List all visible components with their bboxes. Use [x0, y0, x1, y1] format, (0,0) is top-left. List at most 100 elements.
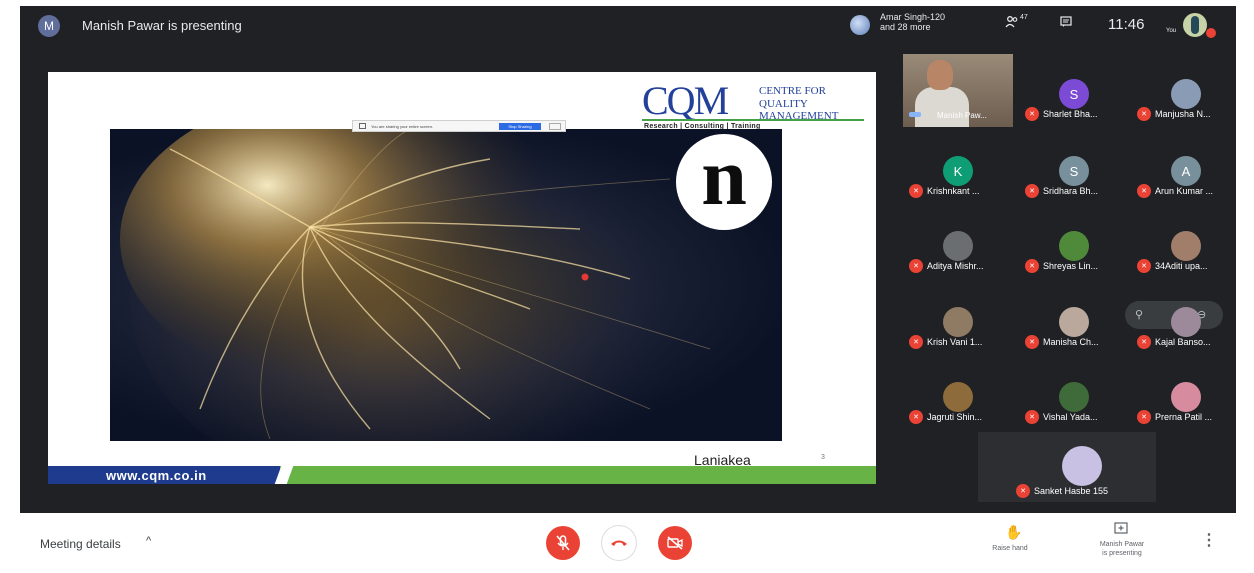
chat-icon: [1060, 16, 1072, 27]
stop-sharing-button[interactable]: Stop Sharing: [499, 123, 541, 130]
logo-line1: CENTRE FOR: [759, 85, 826, 97]
participant-name: Krish Vani 1...: [927, 337, 983, 347]
participant-name: Sanket Hasbe 155: [1034, 486, 1109, 496]
mic-off-icon: ✕: [1025, 335, 1039, 349]
camera-toggle-button[interactable]: [658, 526, 692, 560]
participant-avatar: [1171, 307, 1201, 337]
participant-tile[interactable]: A ✕ Arun Kumar ...: [1133, 150, 1243, 223]
presenter-avatar: M: [38, 15, 60, 37]
participant-tile[interactable]: ✕ Vishal Yada...: [1021, 376, 1131, 449]
joined-name: Amar Singh-120: [880, 12, 946, 22]
participant-tile[interactable]: ✕ 34Aditi upa...: [1133, 225, 1243, 298]
participant-tile[interactable]: K ✕ Krishnkant ...: [905, 150, 1015, 223]
participant-tile[interactable]: S ✕ Sharlet Bha...: [1021, 73, 1131, 146]
participant-tile[interactable]: ✕ Prerna Patil ...: [1133, 376, 1243, 449]
mic-off-icon: [556, 535, 570, 551]
meeting-details-button[interactable]: Meeting details: [40, 537, 121, 551]
share-screen-icon: [359, 123, 366, 129]
mic-off-icon: ✕: [1025, 184, 1039, 198]
milky-way-marker: [581, 273, 589, 281]
hide-bar-button[interactable]: [549, 123, 561, 130]
joined-notice: Amar Singh-120 and 28 more: [880, 12, 990, 32]
participant-name: Arun Kumar ...: [1155, 186, 1214, 196]
presenter-head: [927, 60, 953, 90]
more-vert-icon[interactable]: ⋮: [1201, 530, 1217, 550]
mic-off-icon: ✕: [909, 184, 923, 198]
chat-button[interactable]: [1060, 16, 1072, 28]
mic-off-icon: ✕: [1025, 107, 1039, 121]
footer-green-band: [280, 466, 876, 484]
participant-avatar: [1171, 382, 1201, 412]
mic-off-icon: ✕: [1137, 259, 1151, 273]
presentation-slide: CQM CENTRE FOR QUALITY MANAGEMENT Resear…: [48, 72, 876, 484]
cqm-logo: CQM CENTRE FOR QUALITY MANAGEMENT Resear…: [642, 80, 874, 132]
joined-more: and 28 more: [880, 22, 931, 32]
participant-name: Shreyas Lin...: [1043, 261, 1099, 271]
presenting-status: Manish Pawar is presenting: [82, 18, 242, 33]
mic-off-icon: ✕: [1137, 184, 1151, 198]
mic-off-icon: ✕: [1137, 410, 1151, 424]
mic-off-icon: ✕: [1016, 484, 1030, 498]
participant-name: Sharlet Bha...: [1043, 109, 1098, 119]
participant-avatar: A: [1171, 156, 1201, 186]
presenter-body: [915, 87, 969, 127]
participant-tile[interactable]: ✕ Jagruti Shin...: [905, 376, 1015, 449]
presenter-tile[interactable]: Manish Paw...: [903, 54, 1013, 127]
mic-off-icon: ✕: [909, 335, 923, 349]
raise-hand-label[interactable]: Raise hand: [980, 544, 1040, 553]
present-icon[interactable]: [1114, 521, 1128, 537]
participant-avatar: K: [943, 156, 973, 186]
participant-tile[interactable]: ✕ Shreyas Lin...: [1021, 225, 1131, 298]
participant-tile[interactable]: ✕ Manisha Ch...: [1021, 301, 1131, 374]
mic-off-icon: ✕: [909, 259, 923, 273]
slide-number: 3: [821, 454, 825, 461]
hand-icon[interactable]: ✋: [1005, 524, 1022, 541]
participant-name: Manjusha N...: [1155, 109, 1211, 119]
mic-off-icon: ✕: [1025, 410, 1039, 424]
participant-avatar: [1059, 231, 1089, 261]
top-bar: M Manish Pawar is presenting Amar Singh-…: [20, 6, 1236, 46]
mic-toggle-button[interactable]: [546, 526, 580, 560]
participant-name: Sridhara Bh...: [1043, 186, 1099, 196]
chevron-up-icon[interactable]: ^: [146, 535, 151, 547]
screen-share-bar: You are sharing your entire screen. Stop…: [352, 120, 566, 132]
participant-avatar: [1171, 79, 1201, 109]
participant-tile[interactable]: ✕ Manjusha N...: [1133, 73, 1243, 146]
joined-avatar: [850, 15, 870, 35]
presenting-indicator[interactable]: Manish Pawar is presenting: [1080, 540, 1164, 558]
presenting-suffix: is presenting: [1102, 550, 1142, 557]
logo-underline: [642, 119, 864, 121]
participant-avatar: [1059, 382, 1089, 412]
share-message: You are sharing your entire screen.: [371, 124, 434, 129]
you-label: You: [1166, 28, 1177, 34]
logo-mark: CQM: [642, 78, 729, 123]
hangup-icon: [611, 540, 627, 546]
participant-tile[interactable]: ✕ Kajal Banso...: [1133, 301, 1243, 374]
participant-avatar: [943, 382, 973, 412]
participant-tile[interactable]: S ✕ Sridhara Bh...: [1021, 150, 1131, 223]
participant-name: Prerna Patil ...: [1155, 412, 1213, 422]
mic-off-icon: ✕: [1137, 107, 1151, 121]
clock: 11:46: [1108, 16, 1145, 33]
presenter-tile-name: Manish Paw...: [937, 111, 987, 120]
mic-off-icon: ✕: [909, 410, 923, 424]
leave-call-button[interactable]: [602, 526, 636, 560]
participant-avatar: [943, 231, 973, 261]
presenting-name: Manish Pawar: [1099, 541, 1145, 548]
participant-name: Jagruti Shin...: [927, 412, 983, 422]
participant-tile[interactable]: ✕ Sanket Hasbe 155: [1012, 446, 1122, 519]
self-avatar[interactable]: [1183, 13, 1207, 37]
people-button[interactable]: 47: [1005, 13, 1028, 28]
footer-url: www.cqm.co.in: [106, 468, 207, 483]
mic-off-icon: ✕: [1025, 259, 1039, 273]
participant-name: Vishal Yada...: [1043, 412, 1098, 422]
participant-tile[interactable]: ✕ Aditya Mishr...: [905, 225, 1015, 298]
participant-avatar: [1171, 231, 1201, 261]
participant-avatar: S: [1059, 156, 1089, 186]
self-mic-off-badge: [1206, 28, 1216, 38]
participant-avatar: [1059, 307, 1089, 337]
participant-count: 47: [1020, 13, 1028, 21]
participant-tile[interactable]: ✕ Krish Vani 1...: [905, 301, 1015, 374]
participant-name: Manisha Ch...: [1043, 337, 1099, 347]
n-logo: n: [676, 134, 772, 230]
